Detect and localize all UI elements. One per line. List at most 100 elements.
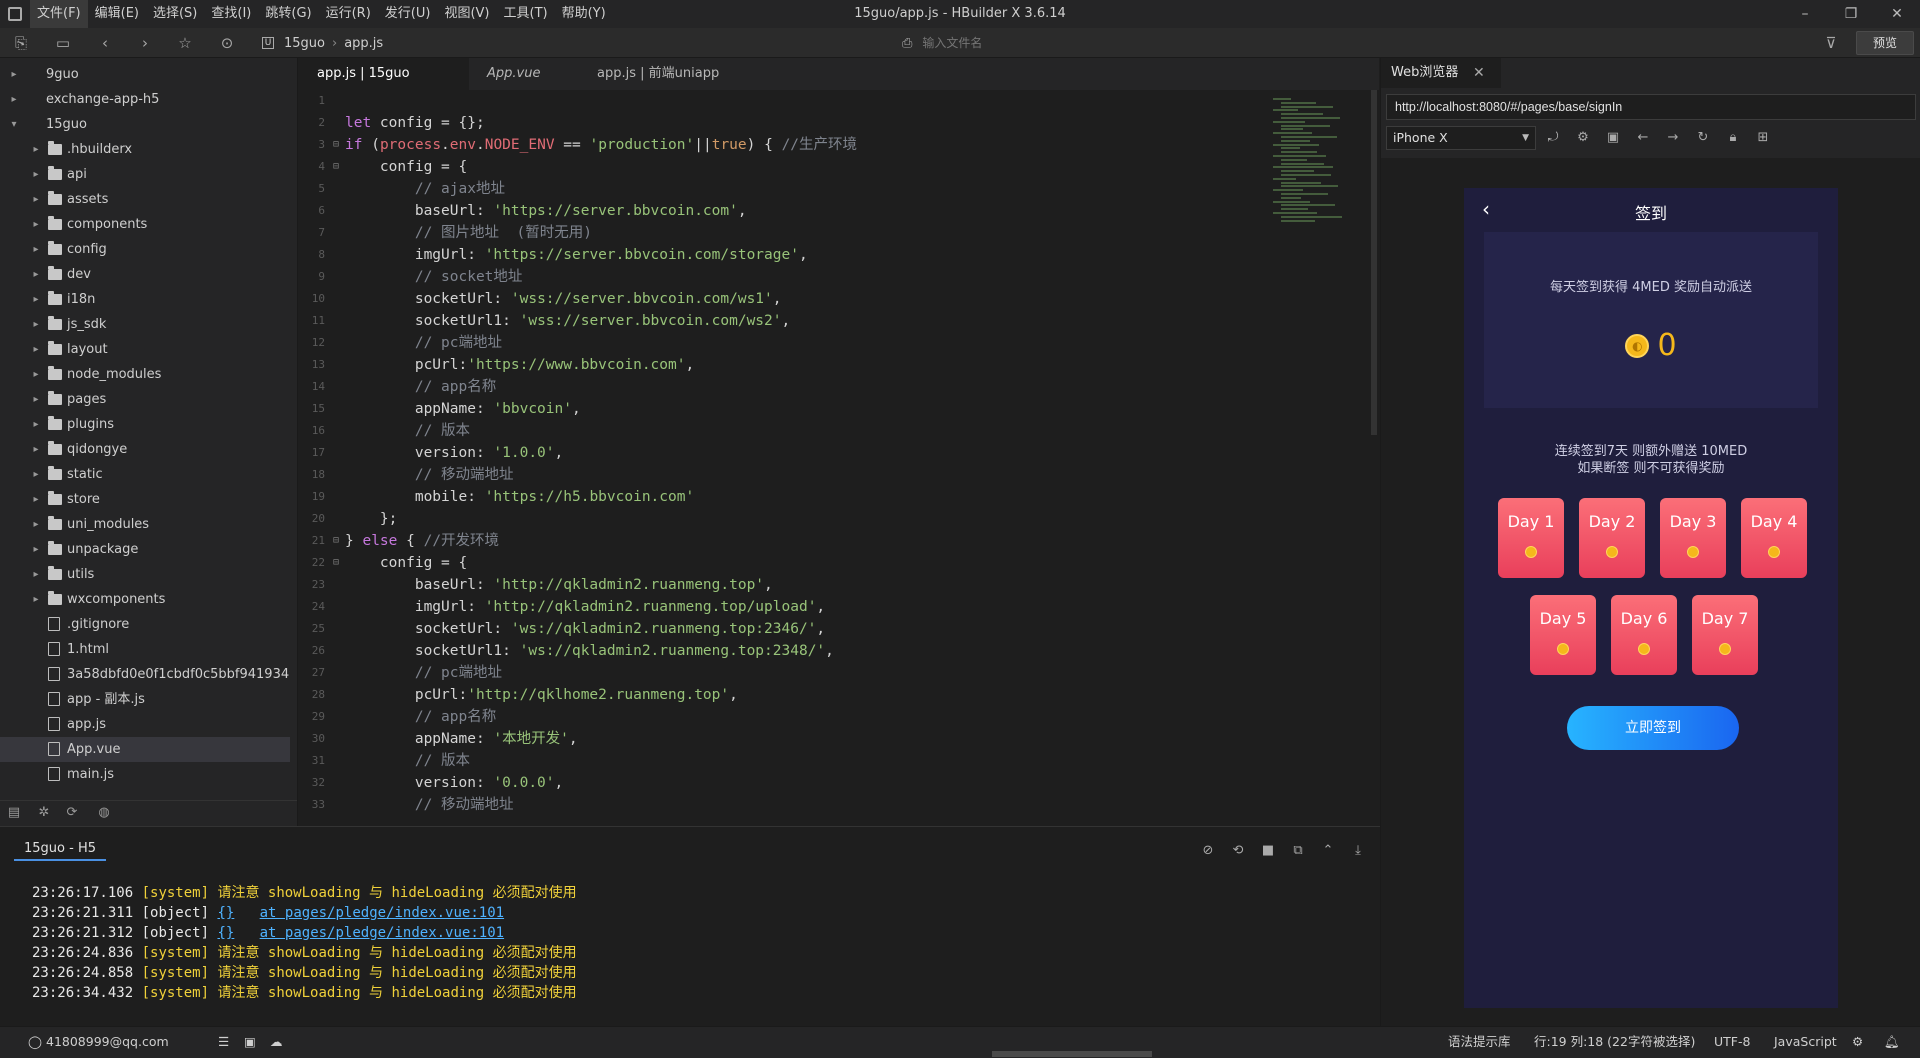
menu-item-3[interactable]: 查找(I) [204,0,258,28]
tree-item[interactable]: ▸ 9guo [0,62,290,87]
chevron-right-icon[interactable]: ▸ [8,62,20,87]
menu-item-7[interactable]: 视图(V) [437,0,496,28]
chevron-right-icon[interactable]: ▸ [30,262,42,287]
status-scrollbar[interactable] [992,1051,1152,1057]
code-line[interactable]: 12 // pc端地址 [299,332,1259,354]
debug-icon[interactable]: ✲ [36,805,52,821]
list-icon[interactable]: ☰ [218,1027,229,1057]
tree-item[interactable]: 3a58dbfd0e0f1cbdf0c5bbf9419349... [0,662,290,687]
menu-item-8[interactable]: 工具(T) [497,0,555,28]
tree-item[interactable]: ▸ static [0,462,290,487]
code-line[interactable]: 15 appName: 'bbvcoin', [299,398,1259,420]
code-line[interactable]: 32 version: '0.0.0', [299,772,1259,794]
device-select[interactable]: iPhone X ▼ [1386,126,1536,150]
code-line[interactable]: 5 // ajax地址 [299,178,1259,200]
tree-item[interactable]: ▸ layout [0,337,290,362]
settings-icon[interactable]: ⚙ [1575,130,1591,146]
code-line[interactable]: 13 pcUrl:'https://www.bbvcoin.com', [299,354,1259,376]
tree-item[interactable]: ▸ qidongye [0,437,290,462]
back-icon[interactable]: ← [1635,130,1651,146]
tab-app-js-uniapp[interactable]: app.js | 前端uniapp [579,58,729,90]
code-line[interactable]: 21 ⊟} else { //开发环境 [299,530,1259,552]
day-card[interactable]: Day 1 [1498,498,1564,578]
chevron-right-icon[interactable]: ▸ [30,387,42,412]
chevron-right-icon[interactable]: ▸ [30,137,42,162]
chevron-right-icon[interactable]: ▸ [30,162,42,187]
code-line[interactable]: 27 // pc端地址 [299,662,1259,684]
minimap[interactable] [1269,98,1349,228]
tree-item[interactable]: ▸ api [0,162,290,187]
editor-scrollbar[interactable] [1371,90,1377,435]
menu-item-9[interactable]: 帮助(Y) [555,0,613,28]
code-line[interactable]: 28 pcUrl:'http://qklhome2.ruanmeng.top', [299,684,1259,706]
tree-item[interactable]: ▸ node_modules [0,362,290,387]
terminal-icon[interactable]: ▣ [244,1027,256,1057]
forward-icon[interactable]: → [1665,130,1681,146]
chevron-right-icon[interactable]: ▸ [30,487,42,512]
day-card[interactable]: Day 7 [1692,595,1758,675]
open-external-icon[interactable]: ⧉ [1290,843,1306,859]
language-mode[interactable]: JavaScript [1774,1027,1837,1057]
tree-item[interactable]: ▸ utils [0,562,290,587]
tree-item[interactable]: ▸ .hbuilderx [0,137,290,162]
chevron-right-icon[interactable]: ▸ [30,212,42,237]
filter-icon[interactable]: ⊽ [1822,34,1840,52]
tree-item[interactable]: ▸ config [0,237,290,262]
menu-item-6[interactable]: 发行(U) [378,0,438,28]
tree-item[interactable]: ▸ unpackage [0,537,290,562]
code-line[interactable]: 1 [299,90,1259,112]
close-icon[interactable]: ✕ [1874,0,1920,28]
folder-view-icon[interactable]: ▤ [6,805,22,821]
code-line[interactable]: 7 // 图片地址 (暂时无用) [299,222,1259,244]
rotate-icon[interactable]: ⤾ [1545,130,1561,146]
star-icon[interactable]: ☆ [176,34,194,52]
restore-icon[interactable]: ❐ [1828,0,1874,28]
encoding[interactable]: UTF-8 [1714,1027,1750,1057]
minimize-icon[interactable]: – [1782,0,1828,28]
refresh-icon[interactable]: ↻ [1695,130,1711,146]
chevron-right-icon[interactable]: ▸ [30,437,42,462]
tree-item[interactable]: ▸ pages [0,387,290,412]
chevron-right-icon[interactable]: ▸ [30,537,42,562]
fold-icon[interactable]: ⊟ [333,552,339,574]
preview-button[interactable]: 预览 [1856,31,1914,55]
tree-item[interactable]: ▸ dev [0,262,290,287]
chevron-right-icon[interactable]: ▸ [30,337,42,362]
chevron-down-icon[interactable]: ▾ [8,112,20,137]
chevron-right-icon[interactable]: ▸ [30,412,42,437]
code-line[interactable]: 3 ⊟ if (process.env.NODE_ENV == 'productio… [299,134,1259,156]
tree-item[interactable]: .gitignore [0,612,290,637]
qrcode-icon[interactable]: ⊞ [1755,130,1771,146]
menu-item-5[interactable]: 运行(R) [319,0,378,28]
chevron-right-icon[interactable]: ▸ [30,287,42,312]
code-line[interactable]: 14 // app名称 [299,376,1259,398]
tree-item[interactable]: ▸ js_sdk [0,312,290,337]
tab-console[interactable]: 15guo - H5 [14,841,106,861]
clear-icon[interactable]: ⊘ [1200,843,1216,859]
day-card[interactable]: Day 2 [1579,498,1645,578]
code-line[interactable]: 23 baseUrl: 'http://qkladmin2.ruanmeng.t… [299,574,1259,596]
code-line[interactable]: 22 ⊟ config = { [299,552,1259,574]
code-line[interactable]: 8 imgUrl: 'https://server.bbvcoin.com/st… [299,244,1259,266]
forward-arrow-icon[interactable]: › [136,34,154,52]
breadcrumb-project[interactable]: 15guo [284,36,325,51]
cursor-position[interactable]: 行:19 列:18 (22字符被选择) [1534,1027,1695,1057]
code-line[interactable]: 17 version: '1.0.0', [299,442,1259,464]
log-source-link[interactable]: at pages/pledge/index.vue:101 [260,925,504,941]
back-arrow-icon[interactable]: ‹ [96,34,114,52]
day-card[interactable]: Day 4 [1741,498,1807,578]
tree-item[interactable]: ▸ components [0,212,290,237]
user-account[interactable]: ◯ 41808999@qq.com [28,1027,169,1057]
syntax-library[interactable]: 语法提示库 [1448,1027,1511,1057]
chevron-right-icon[interactable]: ▸ [30,512,42,537]
day-card[interactable]: Day 3 [1660,498,1726,578]
fold-icon[interactable]: ⊟ [333,530,339,552]
fold-icon[interactable]: ⊟ [333,134,339,156]
code-line[interactable]: 2 let config = {}; [299,112,1259,134]
sign-in-button[interactable]: 立即签到 [1567,706,1739,750]
tree-item[interactable]: ▸ assets [0,187,290,212]
chevron-right-icon[interactable]: ▸ [30,237,42,262]
chevron-right-icon[interactable]: ▸ [8,87,20,112]
code-line[interactable]: 30 appName: '本地开发', [299,728,1259,750]
code-line[interactable]: 18 // 移动端地址 [299,464,1259,486]
